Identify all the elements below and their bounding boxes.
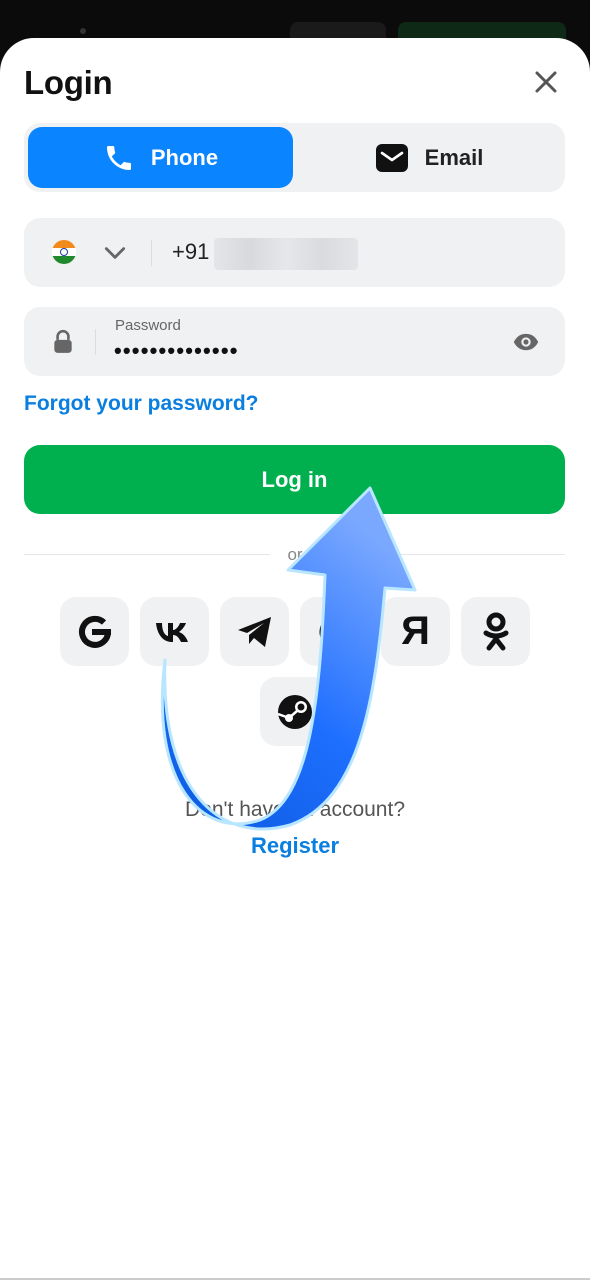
google-icon <box>78 615 111 648</box>
eye-icon[interactable] <box>512 328 540 356</box>
register-link[interactable]: Register <box>0 833 590 859</box>
vk-icon <box>155 622 188 642</box>
chevron-down-icon[interactable] <box>102 240 128 266</box>
yandex-icon: Я <box>401 609 430 653</box>
phone-field[interactable]: +91 <box>24 218 565 287</box>
tab-email-label: Email <box>424 144 484 170</box>
country-code: +91 <box>172 239 210 264</box>
field-divider <box>95 329 96 355</box>
password-value: •••••••••••••• <box>114 338 239 363</box>
page-title: Login <box>24 64 113 101</box>
field-divider <box>151 240 152 266</box>
tab-email[interactable]: Email <box>297 127 561 188</box>
odnoklassniki-login-button[interactable] <box>461 597 530 666</box>
tab-phone[interactable]: Phone <box>28 127 293 188</box>
google-login-button[interactable] <box>60 597 129 666</box>
yandex-login-button[interactable]: Я <box>381 597 450 666</box>
phone-icon <box>106 145 131 170</box>
password-field[interactable]: Password •••••••••••••• <box>24 307 565 376</box>
steam-icon <box>277 694 312 729</box>
odnoklassniki-icon <box>483 612 508 650</box>
mailru-icon <box>319 616 350 647</box>
close-button[interactable] <box>528 64 564 100</box>
steam-login-button[interactable] <box>260 677 329 746</box>
divider-text: or <box>287 545 303 564</box>
email-icon <box>375 143 408 172</box>
login-button[interactable]: Log in <box>24 445 565 514</box>
redacted-phone-number[interactable] <box>214 238 358 270</box>
forgot-password-link[interactable]: Forgot your password? <box>24 392 259 416</box>
telegram-icon <box>237 616 271 647</box>
divider-line <box>320 554 565 555</box>
login-method-tabs: Phone Email <box>24 123 565 192</box>
divider-line <box>24 554 270 555</box>
password-label: Password <box>115 317 181 334</box>
no-account-text: Don't have an account? <box>185 798 405 821</box>
background-dot <box>80 28 86 34</box>
lock-icon <box>54 329 72 353</box>
close-icon <box>535 71 557 93</box>
mailru-login-button[interactable] <box>300 597 369 666</box>
tab-phone-label: Phone <box>150 144 219 170</box>
vk-login-button[interactable] <box>140 597 209 666</box>
telegram-login-button[interactable] <box>220 597 289 666</box>
india-flag-icon[interactable] <box>52 240 76 264</box>
